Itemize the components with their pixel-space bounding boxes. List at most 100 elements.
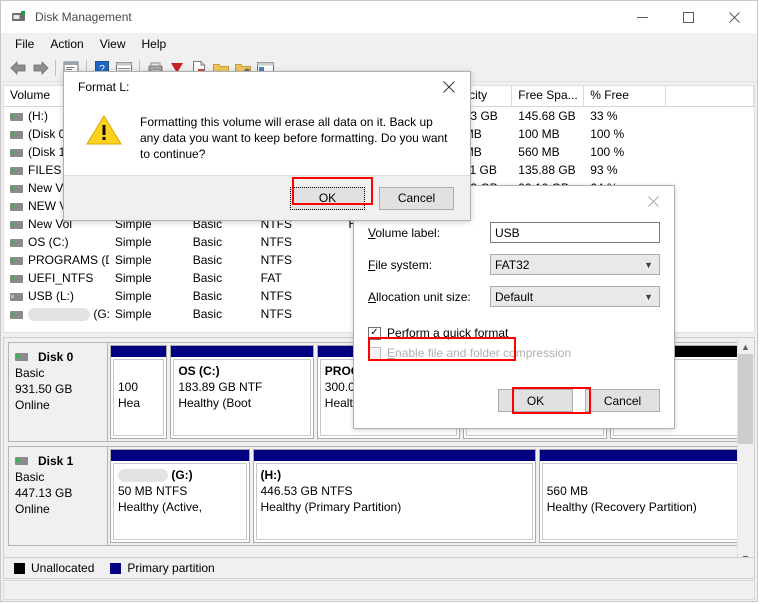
partition-size: 50 MB NTFS <box>118 484 188 498</box>
cell-file-system: NTFS <box>260 235 292 249</box>
quick-format-checkbox[interactable]: ✓ <box>368 326 381 340</box>
allocation-unit-select[interactable]: Default ▼ <box>490 286 660 307</box>
partition-status: Healthy (Recovery Partition) <box>546 500 697 514</box>
disk-size: 447.13 GB <box>15 486 73 500</box>
partition-details: 100 Hea <box>113 359 165 436</box>
toolbar-separator <box>55 60 56 76</box>
close-icon[interactable] <box>428 72 470 102</box>
partition-details: 560 MB Healthy (Recovery Partition) <box>541 463 744 540</box>
minimize-button[interactable] <box>619 1 665 33</box>
maximize-button[interactable] <box>665 1 711 33</box>
status-bar <box>3 580 755 600</box>
cell-type: Basic <box>192 253 223 267</box>
cell-type: Basic <box>192 307 223 321</box>
close-icon[interactable] <box>632 186 674 216</box>
quick-format-checkbox-row[interactable]: ✓ Perform a quick format <box>368 326 660 340</box>
confirm-cancel-button[interactable]: Cancel <box>379 186 454 210</box>
file-system-field-row: File system: FAT32 ▼ <box>368 254 660 275</box>
volume-name-text: (H:) <box>28 109 48 123</box>
window-controls <box>619 1 757 33</box>
volume-drive-icon <box>10 148 23 157</box>
disk-name: Disk 1 <box>38 454 74 468</box>
disk-title: Disk 1 <box>15 453 101 469</box>
column-header-free-space[interactable]: Free Spa... <box>512 86 585 106</box>
disk-status: Online <box>15 398 50 412</box>
format-ok-button[interactable]: OK <box>498 389 573 412</box>
cell-layout: Simple <box>114 307 152 321</box>
menu-help[interactable]: Help <box>134 35 175 53</box>
format-cancel-button[interactable]: Cancel <box>585 389 660 412</box>
chevron-down-icon: ▼ <box>644 259 653 270</box>
confirm-dialog-footer: OK Cancel <box>64 175 470 220</box>
disk-type: Basic <box>15 366 45 380</box>
warning-icon <box>86 114 122 146</box>
legend-swatch-unallocated <box>14 562 25 574</box>
volume-drive-icon <box>10 292 23 301</box>
volume-name-text: UEFI_NTFS <box>28 271 94 285</box>
volume-drive-icon <box>10 202 23 211</box>
partition-label-text: (G:) <box>168 468 193 482</box>
redacted-partition-name <box>118 469 168 483</box>
partition-label: (H:) <box>260 468 282 482</box>
volume-label-field-row: Volume label: USB <box>368 222 660 243</box>
volume-name-cell: OS (C:) <box>4 235 109 249</box>
file-system-value: FAT32 <box>495 257 530 272</box>
partition-block[interactable]: (H:) 446.53 GB NTFS Healthy (Primary Parti… <box>252 449 536 543</box>
volume-drive-icon <box>10 220 23 229</box>
cell-free: 100 % <box>590 127 625 141</box>
confirm-dialog-title: Format L: <box>78 80 130 94</box>
partition-block[interactable]: 100 Hea <box>110 345 168 439</box>
disk-size: 931.50 GB <box>15 382 73 396</box>
partition-size: 183.89 GB NTF <box>178 380 263 394</box>
scroll-up-icon[interactable]: ▲ <box>738 339 753 354</box>
disk-map-scrollbar[interactable]: ▲ ▼ <box>737 339 753 565</box>
title-bar: Disk Management <box>1 1 757 33</box>
forward-arrow-icon[interactable] <box>29 57 51 79</box>
menu-file[interactable]: File <box>7 35 42 53</box>
cell-free-spa: 560 MB <box>518 145 560 159</box>
confirm-dialog-message: Formatting this volume will erase all da… <box>140 115 448 161</box>
file-system-select[interactable]: FAT32 ▼ <box>490 254 660 275</box>
cell-layout: Simple <box>114 235 152 249</box>
disk-drive-icon <box>15 457 28 465</box>
partition-block[interactable]: (G:) 50 MB NTFS Healthy (Active, <box>110 449 250 543</box>
partition-block[interactable]: 560 MB Healthy (Recovery Partition) <box>538 449 747 543</box>
format-options-dialog: Volume label: USB File system: FAT32 ▼ A… <box>353 185 675 429</box>
compression-checkbox <box>368 346 381 360</box>
cell-file-system: FAT <box>260 271 282 285</box>
partition-block[interactable]: OS (C:) 183.89 GB NTF Healthy (Boot <box>170 345 314 439</box>
volume-drive-icon <box>10 256 23 265</box>
volume-drive-icon <box>10 166 23 175</box>
scrollbar-thumb[interactable] <box>738 354 753 444</box>
cell-layout: Simple <box>114 271 152 285</box>
file-system-label: File system: <box>368 257 433 272</box>
back-arrow-icon[interactable] <box>7 57 29 79</box>
partition-size: 100 <box>118 380 139 394</box>
column-header-extra[interactable] <box>666 86 754 106</box>
volume-name-cell: USB (L:) <box>4 289 109 303</box>
cell-type: Basic <box>192 235 223 249</box>
allocation-unit-label: Allocation unit size: <box>368 289 471 304</box>
window-title: Disk Management <box>35 10 132 24</box>
menu-action[interactable]: Action <box>42 35 91 53</box>
disk-management-window: Disk Management File Action View Help ? … <box>0 0 758 602</box>
volume-label-input[interactable]: USB <box>490 222 660 243</box>
disk-title: Disk 0 <box>15 349 101 365</box>
format-dialog-body: Volume label: USB File system: FAT32 ▼ A… <box>354 216 674 360</box>
menu-view[interactable]: View <box>92 35 134 53</box>
quick-format-label: Perform a quick format <box>387 326 509 340</box>
compression-label: Enable file and folder compression <box>387 346 572 360</box>
cell-free: 33 % <box>590 109 618 123</box>
close-button[interactable] <box>711 1 757 33</box>
disk-info-panel[interactable]: Disk 0 Basic 931.50 GB Online <box>8 342 108 442</box>
volume-label-label: Volume label: <box>368 225 441 240</box>
disk-row: Disk 1 Basic 447.13 GB Online (G:) 50 MB NTF… <box>8 446 750 546</box>
column-header-percent-free[interactable]: % Free <box>584 86 667 106</box>
confirm-ok-button[interactable]: OK <box>290 186 365 210</box>
format-dialog-buttons: OK Cancel <box>498 389 660 412</box>
allocation-unit-value: Default <box>495 289 534 304</box>
confirm-dialog-titlebar: Format L: <box>64 72 470 102</box>
partition-color-bar <box>171 346 313 357</box>
cell-file-system: NTFS <box>260 289 292 303</box>
disk-info-panel[interactable]: Disk 1 Basic 447.13 GB Online <box>8 446 108 546</box>
